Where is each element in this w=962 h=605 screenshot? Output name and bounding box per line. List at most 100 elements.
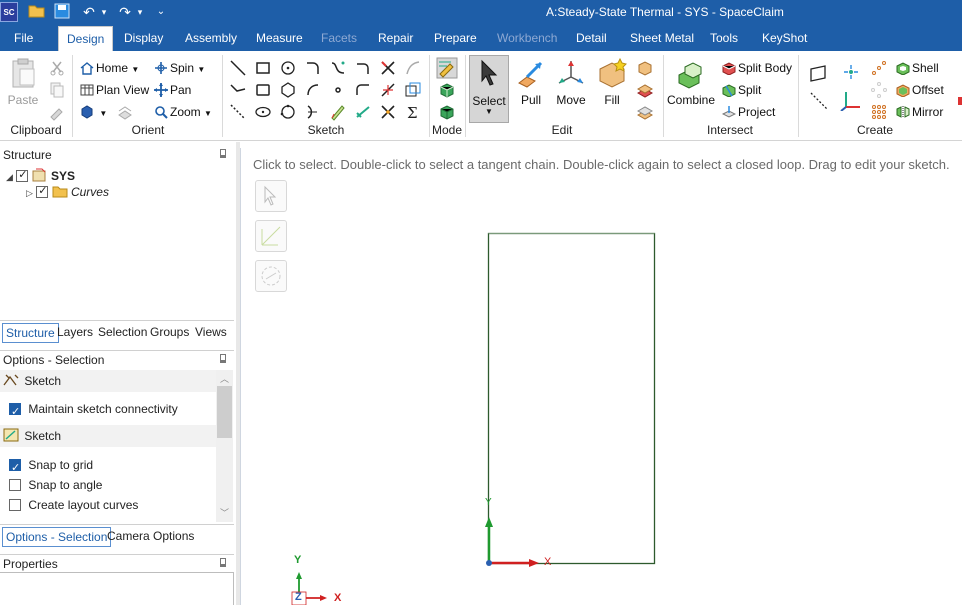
tab-repair[interactable]: Repair bbox=[370, 26, 421, 51]
linear-pattern-icon[interactable] bbox=[870, 103, 888, 121]
circle-icon[interactable] bbox=[279, 59, 297, 77]
customize-quick-access-icon[interactable]: ⌄ bbox=[156, 3, 166, 21]
tangent-arc-icon[interactable] bbox=[304, 59, 322, 77]
ellipse-icon[interactable] bbox=[254, 103, 272, 121]
spin-button[interactable]: Spin ▼ bbox=[154, 60, 205, 78]
paste-button[interactable]: Paste bbox=[6, 57, 40, 107]
mirror-button[interactable]: Mirror bbox=[896, 104, 943, 120]
three-point-rectangle-icon[interactable] bbox=[254, 81, 272, 99]
tab-tools[interactable]: Tools bbox=[702, 26, 746, 51]
construction-line-icon[interactable] bbox=[229, 103, 247, 121]
expand-down-icon[interactable]: ◢ bbox=[6, 172, 13, 182]
plan-view-button[interactable]: Plan View bbox=[80, 82, 149, 98]
split-body-button[interactable]: Split Body bbox=[722, 60, 792, 76]
point-pattern-icon[interactable] bbox=[870, 59, 888, 77]
move-button[interactable]: Move bbox=[552, 57, 590, 107]
snap-to-angle-checkbox[interactable] bbox=[9, 479, 21, 491]
redo-dropdown-icon[interactable]: ▾ bbox=[136, 3, 144, 21]
maintain-connectivity-checkbox[interactable] bbox=[9, 401, 21, 423]
tab-file[interactable]: File bbox=[6, 26, 41, 51]
sketch-select-tool[interactable] bbox=[255, 180, 287, 212]
options-scrollbar[interactable]: ︿ ﹀ bbox=[216, 370, 233, 522]
spline-icon[interactable] bbox=[329, 59, 347, 77]
tab-design[interactable]: Design bbox=[58, 26, 114, 51]
tab-workbench[interactable]: Workbench bbox=[489, 26, 565, 51]
tree-item-curves[interactable]: ▷ Curves bbox=[26, 184, 109, 199]
move-grid-tool[interactable] bbox=[255, 260, 287, 292]
format-painter-icon[interactable] bbox=[48, 103, 66, 121]
undo-icon[interactable]: ↶ bbox=[80, 3, 98, 21]
tab-assembly[interactable]: Assembly bbox=[177, 26, 245, 51]
scroll-down-icon[interactable]: ﹀ bbox=[220, 506, 229, 519]
section-mode-icon[interactable] bbox=[438, 81, 456, 99]
tab-measure[interactable]: Measure bbox=[248, 26, 311, 51]
three-point-circle-icon[interactable] bbox=[279, 103, 297, 121]
axis-icon[interactable] bbox=[809, 91, 829, 111]
view-cube-button[interactable]: ▼ bbox=[80, 104, 107, 122]
split-button[interactable]: Split bbox=[722, 82, 761, 98]
section-view-icon[interactable] bbox=[116, 103, 134, 121]
create-layout-curves-checkbox[interactable] bbox=[9, 499, 21, 511]
3d-mode-icon[interactable] bbox=[438, 103, 456, 121]
option-create-layout-curves[interactable]: Create layout curves bbox=[0, 494, 216, 516]
tab-camera-options[interactable]: Camera Options bbox=[104, 527, 197, 547]
shell-button[interactable]: Shell bbox=[896, 60, 939, 76]
origin-icon[interactable] bbox=[842, 63, 860, 81]
replace-icon[interactable] bbox=[636, 81, 654, 99]
copy-icon[interactable] bbox=[48, 81, 66, 99]
pin-icon[interactable] bbox=[220, 558, 226, 567]
equation-icon[interactable]: Σ bbox=[404, 103, 422, 121]
tree-item-sys[interactable]: ◢ SYS bbox=[6, 168, 75, 183]
tab-detail[interactable]: Detail bbox=[568, 26, 615, 51]
home-button[interactable]: Home ▼ bbox=[80, 60, 139, 78]
tab-layers[interactable]: Layers bbox=[54, 323, 96, 343]
tab-keyshot[interactable]: KeyShot bbox=[754, 26, 815, 51]
tab-facets[interactable]: Facets bbox=[313, 26, 365, 51]
select-new-sketch-plane-tool[interactable] bbox=[255, 220, 287, 252]
tab-options-selection[interactable]: Options - Selection bbox=[2, 527, 112, 547]
circular-pattern-icon[interactable] bbox=[870, 81, 888, 99]
line-icon[interactable] bbox=[229, 59, 247, 77]
scrollbar-thumb[interactable] bbox=[217, 386, 232, 438]
bend-icon[interactable] bbox=[354, 103, 372, 121]
pin-icon[interactable] bbox=[220, 354, 226, 363]
expand-right-icon[interactable]: ▷ bbox=[26, 188, 33, 198]
pan-button[interactable]: Pan bbox=[154, 82, 191, 98]
split-curve-icon[interactable] bbox=[379, 81, 397, 99]
pin-icon[interactable] bbox=[220, 149, 226, 158]
undo-dropdown-icon[interactable]: ▾ bbox=[100, 3, 108, 21]
three-point-arc-icon[interactable] bbox=[304, 81, 322, 99]
point-icon[interactable] bbox=[329, 81, 347, 99]
corner-arc-icon[interactable] bbox=[354, 59, 372, 77]
convert-curve-icon[interactable] bbox=[404, 81, 422, 99]
pull-button[interactable]: Pull bbox=[513, 57, 549, 107]
tab-prepare[interactable]: Prepare bbox=[426, 26, 485, 51]
face-curve-icon[interactable] bbox=[329, 103, 347, 121]
tab-groups[interactable]: Groups bbox=[147, 323, 192, 343]
offset-curve-icon[interactable] bbox=[354, 81, 372, 99]
zoom-button[interactable]: Zoom ▼ bbox=[154, 104, 212, 122]
tweak-face-icon[interactable] bbox=[636, 103, 654, 121]
option-maintain-connectivity[interactable]: Maintain sketch connectivity bbox=[0, 398, 216, 423]
rectangle-icon[interactable] bbox=[254, 59, 272, 77]
coordinate-system-icon[interactable] bbox=[840, 89, 862, 111]
tab-views[interactable]: Views bbox=[192, 323, 230, 343]
redo-icon[interactable]: ↷ bbox=[116, 3, 134, 21]
offset-button[interactable]: Offset bbox=[896, 82, 944, 98]
sketch-mode-icon[interactable] bbox=[436, 57, 458, 79]
visibility-checkbox[interactable] bbox=[36, 184, 49, 198]
snap-to-grid-checkbox[interactable] bbox=[9, 457, 21, 479]
scroll-up-icon[interactable]: ︿ bbox=[220, 372, 229, 385]
option-snap-to-angle[interactable]: Snap to angle bbox=[0, 474, 216, 496]
trim-away-icon[interactable] bbox=[379, 59, 397, 77]
plane-icon[interactable] bbox=[809, 63, 829, 83]
tab-sheet-metal[interactable]: Sheet Metal bbox=[622, 26, 702, 51]
tab-display[interactable]: Display bbox=[116, 26, 171, 51]
design-viewport[interactable]: Click to select. Double-click to select … bbox=[240, 148, 962, 605]
fill-button[interactable]: Fill bbox=[594, 57, 630, 107]
open-icon[interactable] bbox=[28, 3, 46, 21]
combine-button[interactable]: Combine bbox=[667, 57, 715, 107]
sweep-arc-icon[interactable] bbox=[404, 59, 422, 77]
cut-icon[interactable] bbox=[48, 59, 66, 77]
blend-icon[interactable] bbox=[636, 59, 654, 77]
